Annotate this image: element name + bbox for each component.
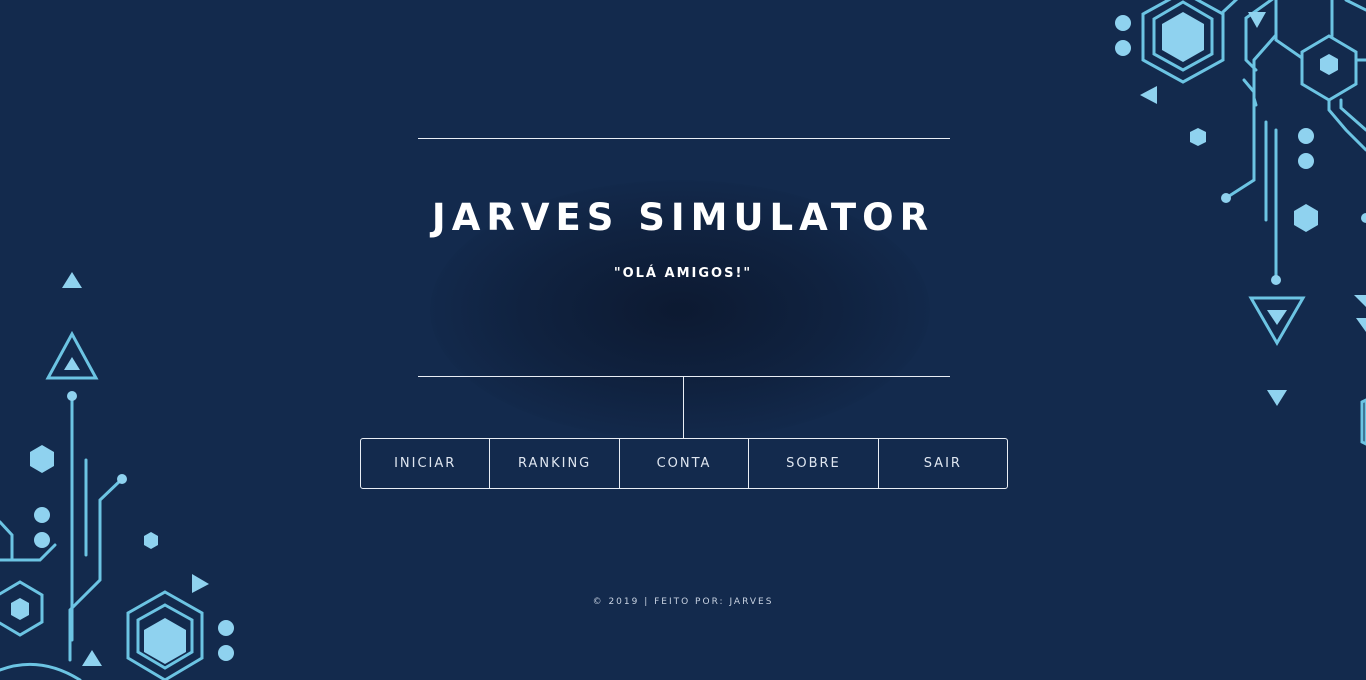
page: JARVES SIMULATOR "OLÁ AMIGOS!" INICIAR R…: [0, 0, 1366, 680]
footer-credit: © 2019 | FEITO POR: JARVES: [592, 597, 774, 607]
hexagon-icon: [1162, 12, 1204, 62]
hexagon-icon: [30, 445, 54, 473]
main-menu: INICIAR RANKING CONTA SOBRE SAIR: [360, 438, 1008, 489]
triangle-outline-icon: [45, 330, 99, 380]
title-divider-bottom: [418, 376, 950, 377]
menu-item-iniciar[interactable]: INICIAR: [361, 439, 491, 488]
menu-item-sair[interactable]: SAIR: [879, 439, 1007, 488]
page-subtitle: "OLÁ AMIGOS!": [613, 266, 753, 281]
menu-item-sobre[interactable]: SOBRE: [749, 439, 879, 488]
triangle-icon: [1248, 12, 1266, 28]
menu-connector-line: [683, 376, 684, 438]
menu-item-ranking[interactable]: RANKING: [490, 439, 620, 488]
title-divider-top: [418, 138, 950, 139]
menu-item-conta[interactable]: CONTA: [620, 439, 750, 488]
page-title: JARVES SIMULATOR: [431, 196, 935, 239]
circuit-decoration-left: [0, 272, 234, 680]
